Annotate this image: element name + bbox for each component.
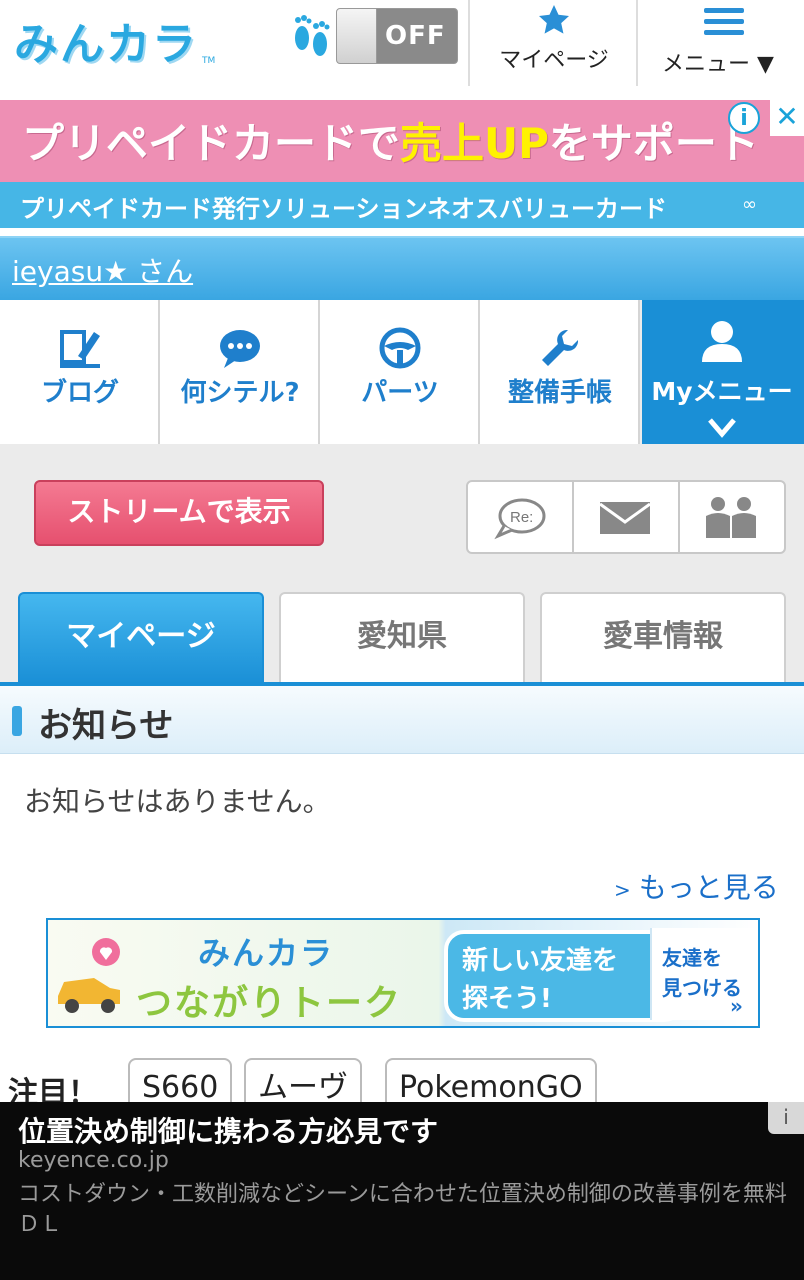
bottom-ad-headline: 位置決め制御に携わる方必見です bbox=[18, 1115, 439, 1148]
menu-label: メニュー ▼ bbox=[662, 52, 774, 77]
section-marker bbox=[12, 706, 22, 736]
bottom-ad-domain: keyence.co.jp bbox=[18, 1148, 169, 1173]
more-link[interactable]: > もっと見る bbox=[614, 866, 779, 906]
banner-bubble-line: 新しい友達を bbox=[462, 946, 619, 976]
tab-prefecture[interactable]: 愛知県 bbox=[279, 592, 525, 684]
ad-banner[interactable]: プリペイドカードで売上UPをサポート bbox=[0, 100, 804, 182]
nav-item-mymenu[interactable]: Myメニュー bbox=[642, 300, 804, 444]
banner-title: みんカラ bbox=[198, 934, 335, 972]
nav-item-label: 何シテル? bbox=[180, 378, 300, 408]
menu-button[interactable]: メニュー ▼ bbox=[640, 0, 804, 90]
user-name-link[interactable]: ieyasu★ さん bbox=[12, 250, 193, 290]
blog-pen-icon bbox=[60, 330, 100, 368]
notice-empty-text: お知らせはありません。 bbox=[24, 785, 331, 818]
envelope-icon bbox=[599, 502, 651, 534]
banner-bubble: 新しい友達を 探そう! bbox=[444, 930, 684, 1022]
nav-item-blog[interactable]: ブログ bbox=[0, 300, 160, 444]
ad-subtitle-bar[interactable]: プリペイドカード発行ソリューションネオスバリューカード ∞ bbox=[0, 182, 804, 228]
nav-item-label: 整備手帳 bbox=[507, 378, 612, 408]
toggle-label: OFF bbox=[385, 21, 446, 51]
wrench-icon bbox=[542, 329, 579, 366]
user-bar: ieyasu★ さん bbox=[0, 236, 804, 300]
tab-car-info[interactable]: 愛車情報 bbox=[540, 592, 786, 684]
banner-side-line: 友達を bbox=[662, 946, 722, 970]
tab-mypage[interactable]: マイページ bbox=[18, 592, 264, 684]
nav-item-parts[interactable]: パーツ bbox=[320, 300, 480, 444]
more-link-label: もっと見る bbox=[638, 871, 779, 904]
nav-item-maintenance[interactable]: 整備手帳 bbox=[480, 300, 640, 444]
friends-button[interactable] bbox=[680, 482, 784, 552]
notice-title: お知らせ bbox=[38, 706, 174, 746]
banner-bubble-line: 探そう! bbox=[462, 984, 552, 1014]
speech-bubble-icon bbox=[220, 330, 260, 368]
ad-info-icon[interactable]: i bbox=[768, 1102, 804, 1134]
notice-section-header: お知らせ bbox=[0, 686, 804, 754]
icon-nav: ブログ 何シテル? パーツ 整備手帳 Myメニュー bbox=[0, 300, 804, 444]
action-icon-group: Re: bbox=[466, 480, 786, 554]
steering-wheel-icon bbox=[379, 327, 421, 369]
nav-item-label: Myメニュー bbox=[651, 377, 793, 406]
chevron-down-icon bbox=[708, 418, 736, 438]
bottom-ad-description: コストダウン・工数削減などシーンに合わせた位置決め制御の改善事例を無料ＤＬ bbox=[18, 1182, 787, 1237]
mypage-label: マイページ bbox=[499, 48, 609, 73]
nav-item-label: ブログ bbox=[40, 378, 119, 408]
reply-button[interactable]: Re: bbox=[468, 482, 574, 552]
stream-view-button[interactable]: ストリームで表示 bbox=[34, 480, 324, 546]
banner-find-friends: 友達を 見つける » bbox=[650, 928, 758, 1020]
nav-item-status[interactable]: 何シテル? bbox=[160, 300, 320, 444]
double-chevron-icon: » bbox=[730, 994, 743, 1018]
chevron-right-icon: > bbox=[614, 878, 631, 902]
header: みんカラ TM OFF マイページ メニュー ▼ bbox=[0, 0, 804, 100]
footprint-icon bbox=[295, 15, 330, 56]
footprint-toggle[interactable]: OFF bbox=[336, 8, 458, 64]
two-people-icon bbox=[706, 497, 756, 538]
banner-subtitle: つながりトーク bbox=[136, 983, 403, 1024]
star-icon bbox=[539, 5, 569, 34]
car-heart-icon bbox=[58, 938, 120, 1013]
ad-brand-mark-icon: ∞ bbox=[742, 194, 757, 215]
nav-item-label: パーツ bbox=[361, 378, 439, 408]
minkara-logo[interactable]: みんカラ bbox=[14, 8, 198, 72]
person-icon bbox=[702, 321, 742, 362]
hamburger-icon bbox=[704, 8, 744, 38]
ad-headline: プリペイドカードで売上UPをサポート bbox=[22, 119, 759, 168]
ad-close-icon[interactable]: ✕ bbox=[770, 100, 804, 136]
reply-bubble-icon: Re: bbox=[494, 498, 546, 540]
ad-subtitle: プリペイドカード発行ソリューションネオスバリューカード bbox=[20, 195, 668, 223]
ad-info-icon[interactable]: i bbox=[728, 102, 760, 134]
bottom-ad[interactable]: 位置決め制御に携わる方必見です keyence.co.jp コストダウン・工数削… bbox=[0, 1102, 804, 1280]
logo-trademark: TM bbox=[202, 56, 216, 66]
svg-text:Re:: Re: bbox=[510, 509, 533, 526]
message-button[interactable] bbox=[574, 482, 680, 552]
header-divider bbox=[468, 0, 470, 86]
tsunagari-talk-banner[interactable]: みんカラ つながりトーク 新しい友達を 探そう! 友達を 見つける » bbox=[46, 918, 760, 1028]
toggle-knob bbox=[337, 9, 377, 63]
mypage-button[interactable]: マイページ bbox=[472, 0, 636, 90]
header-divider bbox=[636, 0, 638, 86]
